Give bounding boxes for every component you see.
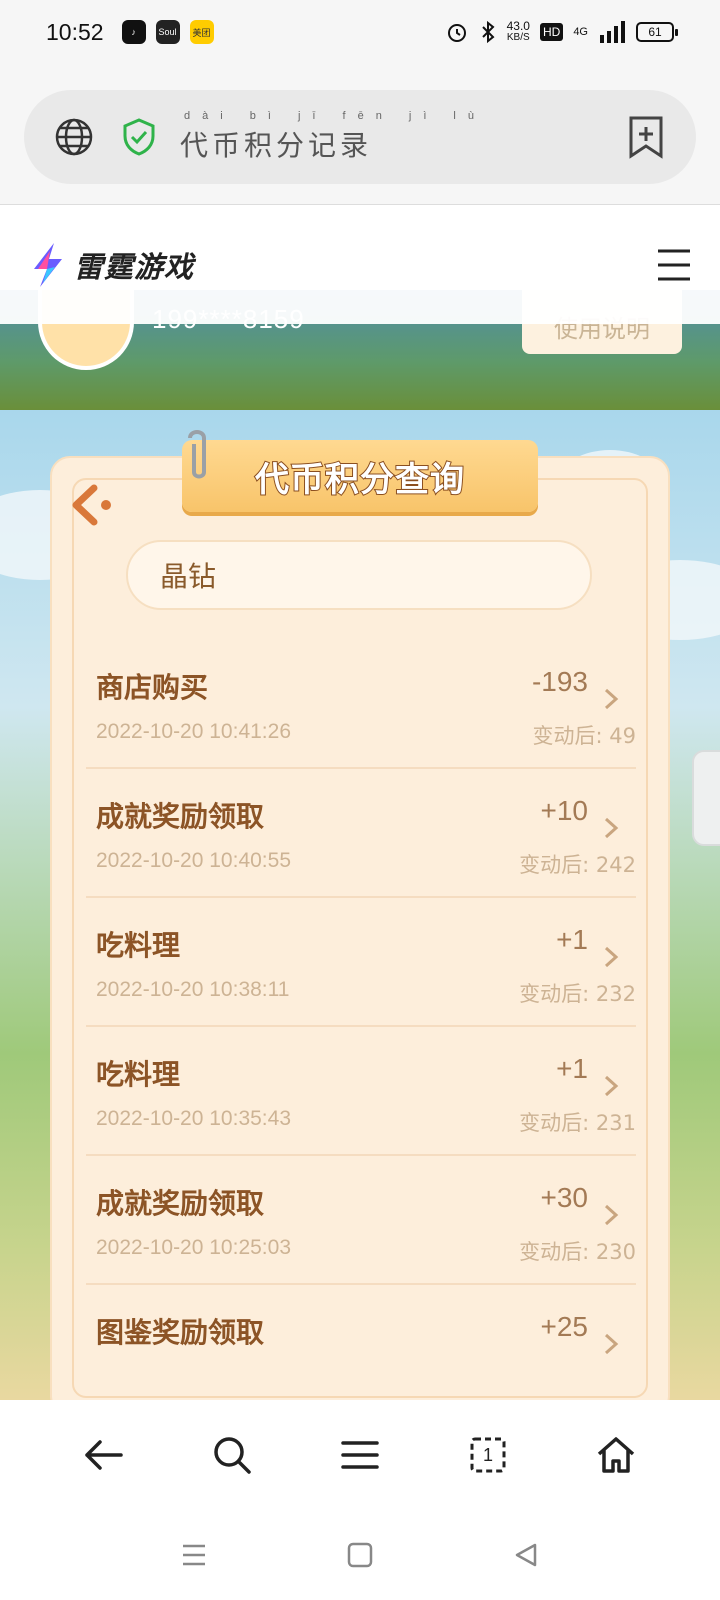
back-icon[interactable] [79,1430,129,1480]
record-after-label: 变动后: [519,1111,590,1135]
page-title-text: 代币积分记录 [180,129,373,162]
home-icon[interactable] [591,1430,641,1480]
globe-icon[interactable] [54,117,94,157]
record-title: 商店购买 [96,671,209,704]
record-title: 成就奖励领取 [96,800,265,833]
record-title: 吃料理 [96,1058,181,1091]
menu-icon[interactable] [656,247,692,283]
record-after-value: 242 [595,853,636,877]
tabs-icon[interactable]: 1 [463,1430,513,1480]
system-nav-bar [0,1510,720,1600]
record-row[interactable]: 吃料理 2022-10-20 10:38:11 +1 变动后: 232 [86,898,636,1027]
record-row[interactable]: 成就奖励领取 2022-10-20 10:25:03 +30 变动后: 230 [86,1156,636,1285]
record-time: 2022-10-20 10:25:03 [96,1236,291,1259]
record-time: 2022-10-20 10:40:55 [96,849,291,872]
net-speed: 43.0 KB/S [507,20,530,44]
record-balance-after: 变动后: 231 [519,1107,636,1137]
alarm-icon [447,24,466,42]
net-speed-unit: KB/S [506,32,530,43]
record-amount: -193 [531,666,588,697]
recent-apps-icon[interactable] [181,1543,207,1567]
browser-toolbar: 1 [0,1400,720,1510]
record-amount: +1 [556,1053,588,1084]
record-balance-after: 变动后: 242 [519,849,636,879]
record-title: 吃料理 [96,929,181,962]
page-title[interactable]: dài bì jī fēn jì lù 代币积分记录 [180,110,486,164]
record-after-label: 变动后: [519,982,590,1006]
logo-bolt-icon [34,242,62,287]
add-bookmark-icon[interactable] [626,115,666,159]
chevron-right-icon[interactable] [600,1202,622,1228]
record-time: 2022-10-20 10:38:11 [96,978,290,1001]
chevron-right-icon[interactable] [600,1331,622,1357]
signal-label: 4G [573,26,588,38]
record-title: 成就奖励领取 [96,1187,265,1220]
record-row[interactable]: 成就奖励领取 2022-10-20 10:40:55 +10 变动后: 242 [86,769,636,898]
page-title-pinyin: dài bì jī fēn jì lù [184,110,486,122]
tiktok-icon: ♪ [121,20,146,44]
record-after-value: 230 [595,1240,636,1264]
secure-shield-icon[interactable] [120,118,158,156]
record-amount: +10 [540,795,589,826]
hd-badge: HD [539,23,564,41]
menu-lines-icon[interactable] [335,1430,385,1480]
paperclip-icon [188,430,206,479]
record-amount: +25 [540,1311,589,1342]
record-title: 图鉴奖励领取 [96,1316,265,1349]
record-row[interactable]: 图鉴奖励领取 +25 [86,1285,636,1414]
records-list: 商店购买 2022-10-20 10:41:26 -193 变动后: 49 成就… [86,640,636,1414]
record-time: 2022-10-20 10:41:26 [96,720,291,743]
bluetooth-icon [481,20,495,44]
record-after-value: 49 [609,724,636,748]
record-row[interactable]: 吃料理 2022-10-20 10:35:43 +1 变动后: 231 [86,1027,636,1156]
record-row[interactable]: 商店购买 2022-10-20 10:41:26 -193 变动后: 49 [86,640,636,769]
record-amount: +1 [556,924,588,955]
status-time: 10:52 [46,18,104,45]
meituan-icon: 美团 [189,20,214,44]
soul-icon: Soul [155,20,180,44]
chevron-right-icon[interactable] [600,815,622,841]
record-amount: +30 [540,1182,589,1213]
record-after-label: 变动后: [519,853,590,877]
record-balance-after: 变动后: 232 [519,978,636,1008]
home-button-icon[interactable] [347,1542,373,1568]
record-balance-after: 变动后: 49 [533,720,637,750]
record-time: 2022-10-20 10:35:43 [96,1107,291,1130]
record-balance-after: 变动后: 230 [519,1236,636,1266]
address-bar[interactable]: dài bì jī fēn jì lù 代币积分记录 [24,90,696,184]
back-arrow-icon[interactable] [68,480,118,530]
status-bar: 10:52 ♪ Soul 美团 43.0 KB/S HD 4G 61 [0,0,720,64]
back-triangle-icon[interactable] [513,1542,539,1568]
record-after-label: 变动后: [519,1240,590,1264]
net-speed-value: 43.0 [506,19,530,33]
tab-count: 1 [482,1444,493,1465]
currency-selector[interactable]: 晶钻 [126,540,592,610]
record-after-value: 232 [595,982,636,1006]
site-logo[interactable]: 雷霆游戏 [74,244,194,286]
search-icon[interactable] [207,1430,257,1480]
record-after-value: 231 [595,1111,636,1135]
chevron-right-icon[interactable] [600,686,622,712]
site-header: 雷霆游戏 [0,204,720,324]
signal-icon [600,21,625,43]
chevron-right-icon[interactable] [600,1073,622,1099]
record-after-label: 变动后: [532,724,603,748]
side-drawer-handle[interactable] [692,750,720,846]
panel-title: 代币积分查询 [254,459,465,501]
chevron-right-icon[interactable] [600,944,622,970]
panel-title-banner: 代币积分查询 [182,440,538,512]
battery-indicator: 61 [636,22,678,42]
